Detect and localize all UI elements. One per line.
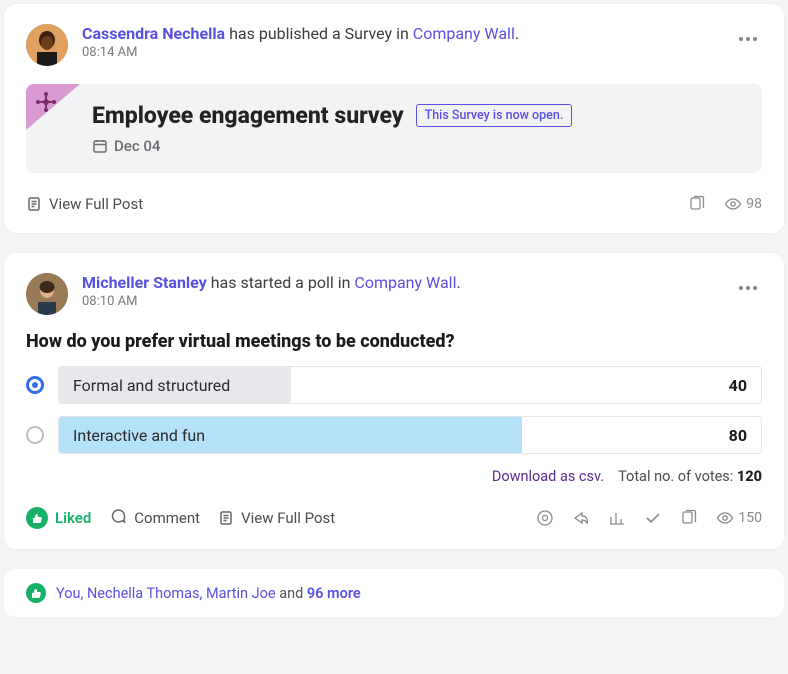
survey-date: Dec 04 [114, 137, 160, 155]
survey-status-badge: This Survey is now open. [416, 104, 573, 127]
post-survey: Cassendra Nechella has published a Surve… [4, 4, 784, 233]
post-header: Cassendra Nechella has published a Surve… [26, 24, 762, 66]
view-full-post-button[interactable]: View Full Post [26, 195, 143, 213]
poll-option[interactable]: Formal and structured 40 [26, 366, 762, 404]
views-count[interactable]: 150 [716, 509, 762, 527]
headline: Micheller Stanley has started a poll in … [82, 273, 719, 292]
radio-button[interactable] [26, 376, 44, 394]
views-count[interactable]: 98 [724, 195, 762, 213]
headline: Cassendra Nechella has published a Surve… [82, 24, 719, 43]
more-options-button[interactable] [733, 273, 762, 300]
likers-bar[interactable]: You, Nechella Thomas, Martin Joe and 96 … [4, 569, 784, 617]
download-csv-link[interactable]: Download as csv. [492, 468, 604, 485]
likers-names[interactable]: You, Nechella Thomas, Martin Joe [56, 585, 276, 602]
view-full-post-button[interactable]: View Full Post [218, 509, 335, 527]
comment-button[interactable]: Comment [109, 507, 200, 529]
radio-button[interactable] [26, 426, 44, 444]
author-link[interactable]: Cassendra Nechella [82, 24, 225, 43]
thumbs-up-icon [26, 583, 46, 603]
poll-question: How do you prefer virtual meetings to be… [26, 331, 762, 352]
avatar[interactable] [26, 273, 68, 315]
post-header: Micheller Stanley has started a poll in … [26, 273, 762, 315]
check-button[interactable] [644, 509, 662, 527]
survey-banner[interactable]: Employee engagement survey This Survey i… [26, 84, 762, 173]
audio-button[interactable] [536, 509, 554, 527]
survey-corner-icon [26, 84, 80, 130]
more-options-button[interactable] [733, 24, 762, 51]
document-icon [218, 510, 234, 526]
wall-link[interactable]: Company Wall [413, 24, 515, 43]
post-poll: Micheller Stanley has started a poll in … [4, 253, 784, 549]
comment-icon [109, 507, 127, 529]
share-button[interactable] [572, 509, 590, 527]
wall-link[interactable]: Company Wall [354, 273, 456, 292]
copy-button[interactable] [688, 195, 706, 213]
stats-button[interactable] [608, 509, 626, 527]
document-icon [26, 196, 42, 212]
author-link[interactable]: Micheller Stanley [82, 273, 207, 292]
thumbs-up-icon [26, 507, 48, 529]
timestamp: 08:14 AM [82, 45, 719, 60]
poll-options: Formal and structured 40 Interactive and… [26, 366, 762, 454]
survey-title: Employee engagement survey [92, 102, 404, 129]
avatar[interactable] [26, 24, 68, 66]
like-button[interactable]: Liked [26, 507, 91, 529]
poll-option[interactable]: Interactive and fun 80 [26, 416, 762, 454]
timestamp: 08:10 AM [82, 294, 719, 309]
likers-more[interactable]: 96 more [307, 585, 361, 602]
copy-button[interactable] [680, 509, 698, 527]
calendar-icon [92, 138, 108, 154]
